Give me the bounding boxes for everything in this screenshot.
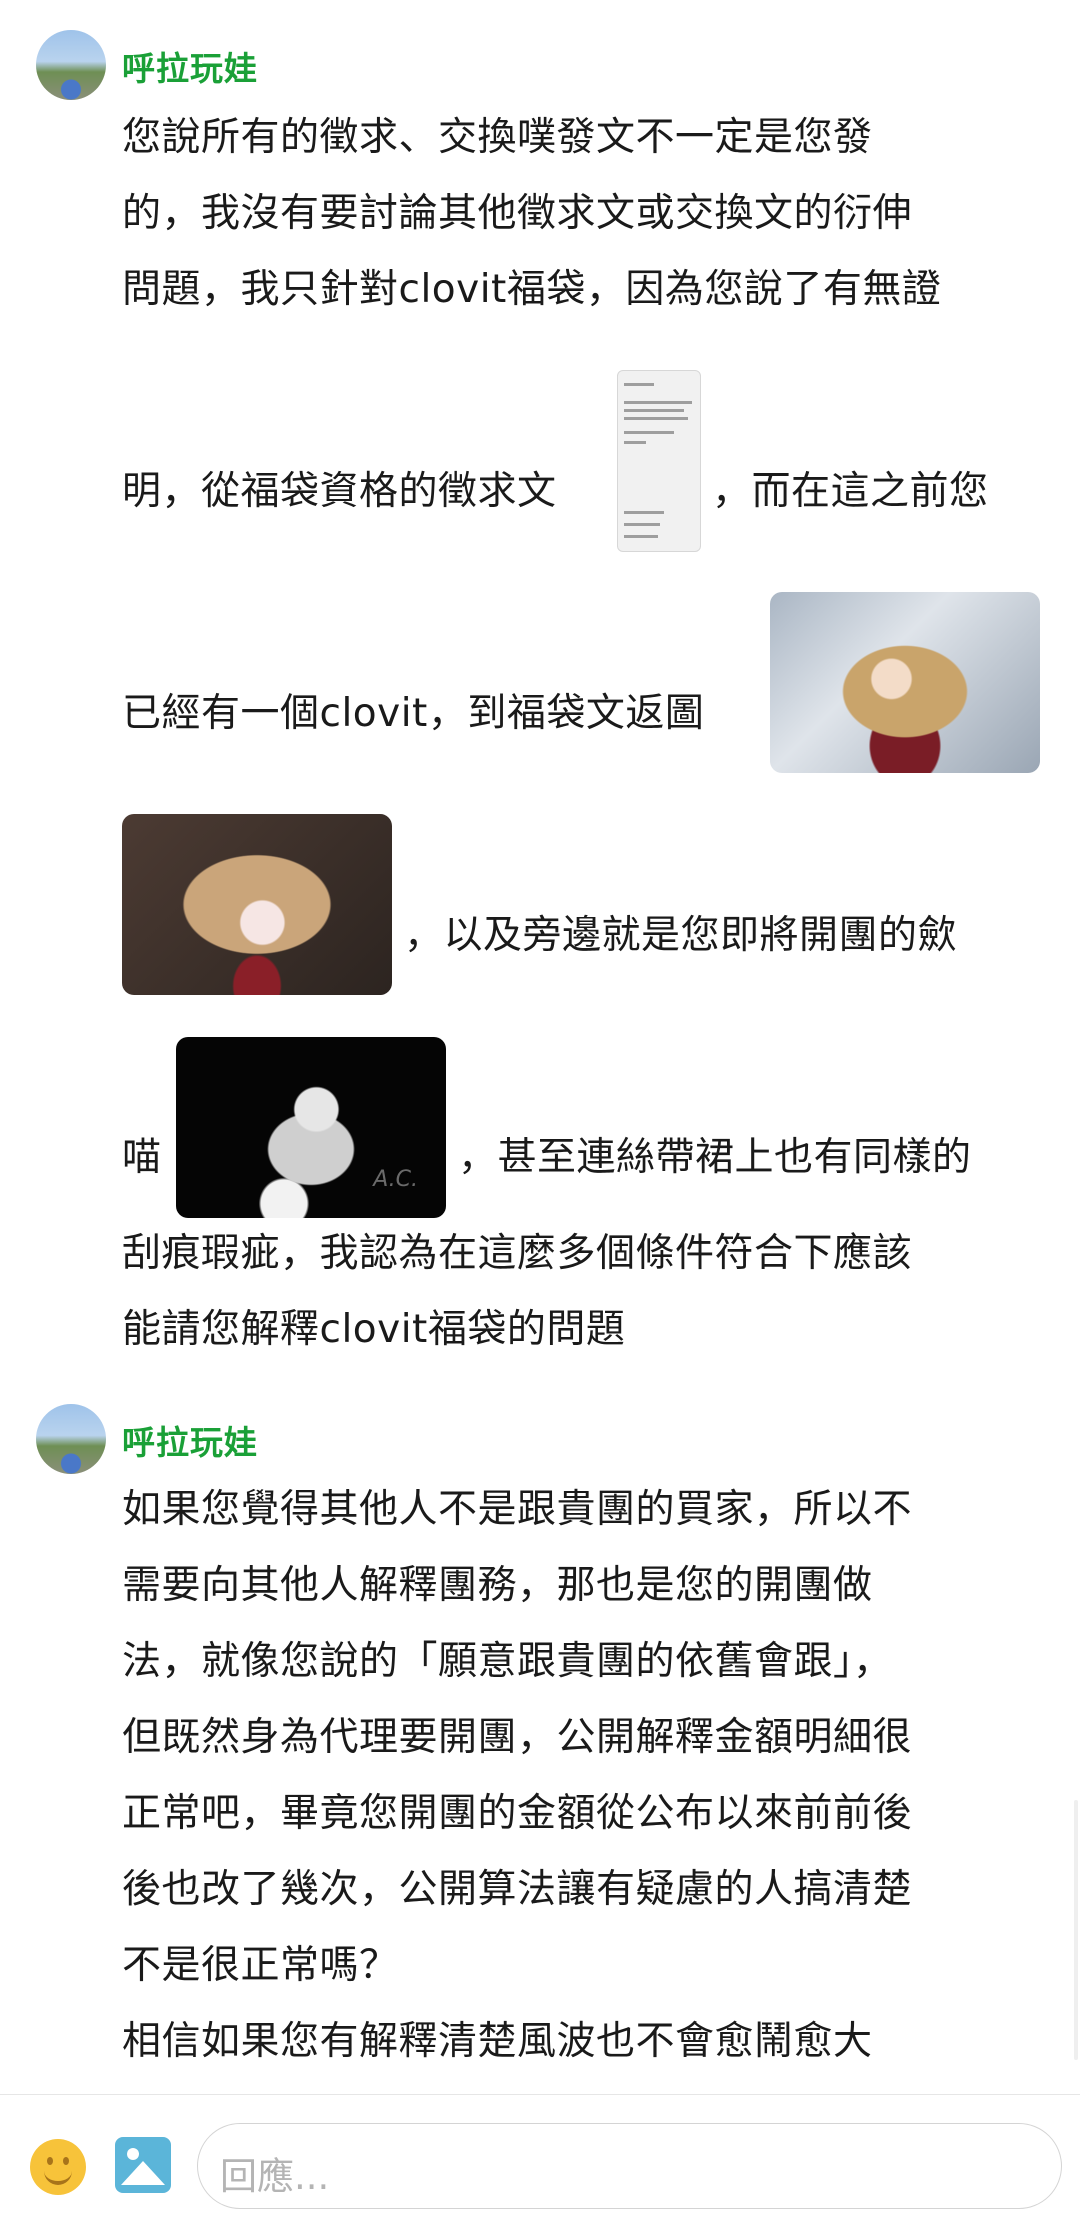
username[interactable]: 呼拉玩娃 [122,1416,258,1464]
reply-input[interactable]: 回應... [197,2123,1062,2209]
image-picture-icon[interactable] [115,2137,171,2193]
avatar[interactable] [36,1404,106,1474]
comment-text: 刮痕瑕疵，我認為在這麼多個條件符合下應該 [122,1231,913,1276]
comment-text: ，甚至連絲帶裙上也有同樣的 [458,1135,972,1180]
comment-text: 需要向其他人解釋團務，那也是您的開團做 [122,1563,873,1608]
comment-text: 但既然身為代理要開團，公開解釋金額明細很 [122,1715,913,1760]
comment-text: 的，我沒有要討論其他徵求文或交換文的衍伸 [122,191,913,236]
comment-text: 明，從福袋資格的徵求文 [122,469,557,514]
smiley-face-icon[interactable] [30,2139,86,2195]
username[interactable]: 呼拉玩娃 [122,42,258,90]
comment-text: 如果您覺得其他人不是跟貴團的買家，所以不 [122,1487,913,1532]
avatar[interactable] [36,30,106,100]
comment-text: 正常吧，畢竟您開團的金額從公布以來前前後 [122,1791,913,1836]
reply-bar: 回應... [0,2094,1080,2232]
comment-text: 您說所有的徵求、交換噗發文不一定是您發 [122,115,873,160]
doll-photo-thumbnail[interactable] [770,592,1040,773]
comment-text: 能請您解釋clovit福袋的問題 [122,1307,626,1352]
comment-text: 問題，我只針對clovit福袋，因為您說了有無證 [122,267,942,312]
doll-photo-thumbnail[interactable] [122,814,392,995]
comment-text: 已經有一個clovit，到福袋文返圖 [122,691,705,736]
comment-text: 後也改了幾次，公開算法讓有疑慮的人搞清楚 [122,1867,913,1912]
comment-text: 法，就像您說的「願意跟貴團的依舊會跟」， [122,1639,893,1684]
screenshot-thumbnail[interactable] [617,370,701,552]
scrollbar[interactable] [1074,1800,1078,2060]
comment-text: 相信如果您有解釋清楚風波也不會愈鬧愈大 [122,2019,873,2064]
comment-text: 喵 [122,1135,162,1180]
watermark-text: A.C. [373,1167,418,1192]
doll-photo-thumbnail[interactable]: A.C. [176,1037,446,1218]
comment-text: ，以及旁邊就是您即將開團的歛 [404,913,958,958]
comment-text: 不是很正常嗎？ [122,1943,399,1988]
comment-text: ，而在這之前您 [712,469,989,514]
